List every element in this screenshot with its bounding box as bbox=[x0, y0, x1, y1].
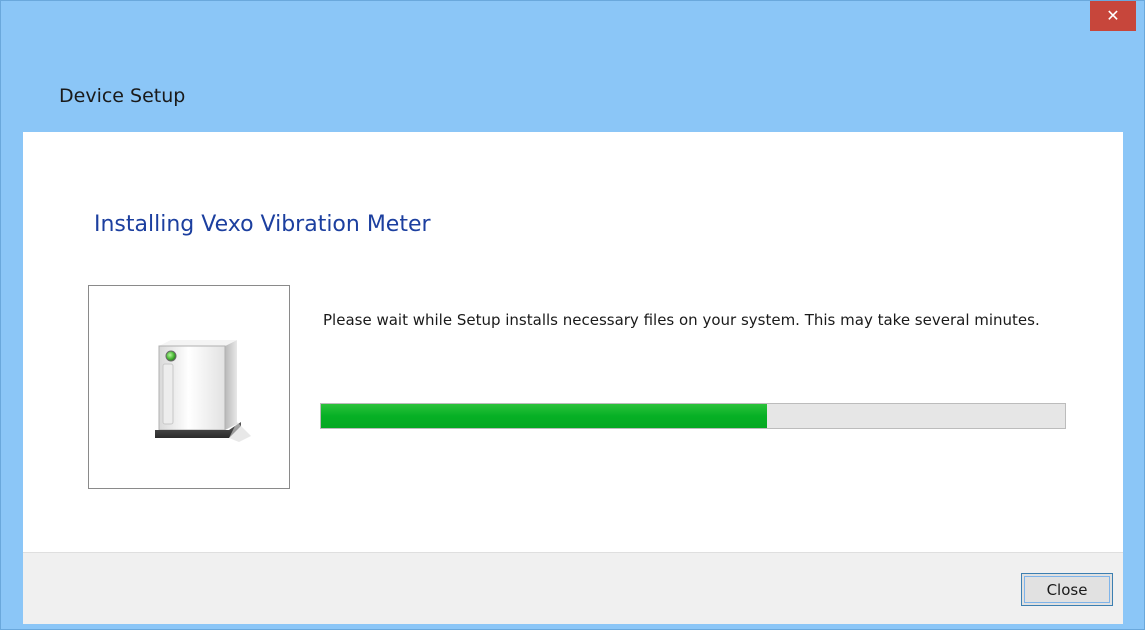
close-button[interactable]: Close bbox=[1021, 573, 1113, 606]
progress-fill bbox=[321, 404, 768, 428]
install-progress-bar bbox=[320, 403, 1066, 429]
window-close-button[interactable]: ✕ bbox=[1090, 1, 1136, 31]
status-message: Please wait while Setup installs necessa… bbox=[323, 311, 1040, 329]
device-setup-window: ✕ Device Setup Installing Vexo Vibration… bbox=[0, 0, 1145, 630]
device-image-frame bbox=[88, 285, 290, 489]
content-panel: Installing Vexo Vibration Meter Please w… bbox=[23, 132, 1123, 552]
dialog-footer: Close bbox=[23, 552, 1123, 624]
external-drive-icon bbox=[155, 340, 251, 442]
title-bar[interactable]: ✕ bbox=[1, 1, 1144, 31]
dialog-title: Device Setup bbox=[59, 85, 186, 107]
close-button-label: Close bbox=[1046, 580, 1088, 599]
close-icon: ✕ bbox=[1106, 6, 1120, 25]
page-heading: Installing Vexo Vibration Meter bbox=[94, 212, 431, 237]
